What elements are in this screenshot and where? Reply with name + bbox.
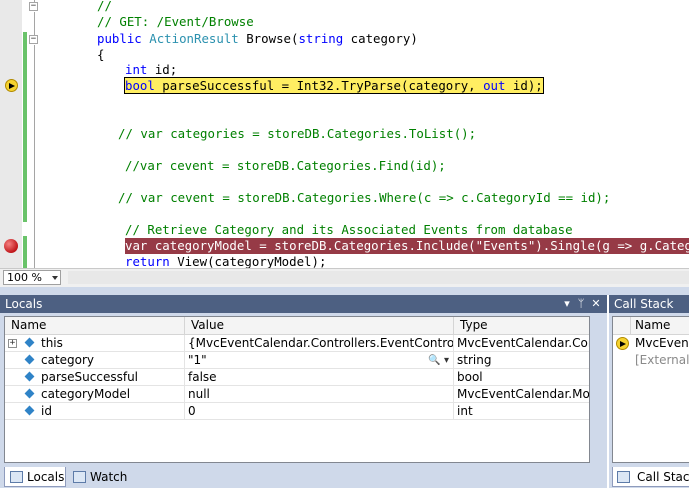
table-row[interactable]: parseSuccessful false bool — [5, 369, 589, 386]
locals-title: Locals — [5, 297, 43, 311]
column-header-type[interactable]: Type — [454, 317, 589, 334]
horizontal-scrollbar[interactable] — [68, 271, 689, 284]
field-icon — [25, 338, 35, 348]
outline-guide — [34, 45, 35, 268]
outline-collapse-icon[interactable]: − — [29, 35, 38, 44]
locals-tab-strip: Locals Watch — [0, 467, 607, 488]
editor-status-bar: 100 % — [0, 268, 689, 287]
call-stack-frame[interactable]: [External Code] — [613, 352, 689, 369]
frame-text: [External Code] — [635, 353, 689, 367]
expand-icon[interactable]: + — [8, 339, 17, 348]
chevron-down-icon[interactable] — [52, 276, 58, 280]
outline-collapse-icon[interactable]: − — [29, 2, 38, 11]
local-value: "1" — [188, 353, 207, 367]
current-statement-line: bool parseSuccessful = Int32.TryParse(ca… — [124, 77, 544, 94]
local-type: MvcEventCalendar.Mode — [457, 387, 589, 401]
call-stack-title-bar: Call Stack — [609, 295, 689, 313]
local-name: category — [41, 353, 95, 367]
tab-locals[interactable]: Locals — [4, 467, 66, 487]
window-position-icon[interactable]: ▾ — [560, 295, 574, 313]
zoom-value: 100 % — [7, 271, 42, 284]
tab-label: Watch — [90, 470, 128, 484]
pane-splitter[interactable] — [0, 287, 689, 295]
column-header-name[interactable]: Name — [5, 317, 185, 334]
field-icon — [25, 389, 35, 399]
code-line: // GET: /Event/Browse — [97, 14, 254, 29]
outline-guide — [34, 12, 35, 36]
field-icon — [25, 372, 35, 382]
table-row[interactable]: category "1" 🔍 ▾ string — [5, 352, 589, 369]
grid-header: Name Value Type — [5, 317, 589, 335]
local-type: int — [457, 404, 473, 418]
code-line: return View(categoryModel); — [125, 254, 327, 268]
table-row[interactable]: id 0 int — [5, 403, 589, 420]
text-visualizer-icon[interactable]: 🔍 ▾ — [428, 353, 449, 367]
call-stack-frame[interactable]: MvcEventCalen — [613, 335, 689, 352]
call-stack-window-icon — [617, 471, 630, 483]
field-icon — [25, 355, 35, 365]
code-line: public ActionResult Browse(string catego… — [97, 31, 418, 46]
local-type: string — [457, 353, 492, 367]
close-icon[interactable]: ✕ — [589, 295, 603, 313]
locals-grid: Name Value Type + this {MvcEventCalendar… — [4, 316, 590, 463]
call-stack-pane: Call Stack Name MvcEventCalen [External … — [609, 295, 689, 488]
column-header-name[interactable]: Name — [635, 317, 670, 334]
code-line: // var categories = storeDB.Categories.T… — [118, 126, 477, 141]
local-value[interactable]: false — [185, 369, 454, 385]
local-value[interactable]: null — [185, 386, 454, 402]
local-name: parseSuccessful — [41, 370, 139, 384]
gutter-header — [613, 317, 631, 334]
call-stack-grid: Name MvcEventCalen [External Code] — [612, 316, 689, 463]
code-line: // var cevent = storeDB.Categories.Where… — [118, 190, 611, 205]
tab-label: Call Stack — [637, 470, 689, 484]
table-row[interactable]: + this {MvcEventCalendar.Controllers.Eve… — [5, 335, 589, 352]
tab-label: Locals — [27, 470, 65, 484]
table-row[interactable]: categoryModel null MvcEventCalendar.Mode — [5, 386, 589, 403]
pin-icon[interactable]: ᛘ — [574, 295, 588, 313]
column-header-value[interactable]: Value — [185, 317, 454, 334]
local-type: bool — [457, 370, 483, 384]
local-value[interactable]: 0 — [185, 403, 454, 419]
local-value[interactable]: {MvcEventCalendar.Controllers.EventContr… — [185, 335, 454, 351]
grid-header: Name — [613, 317, 689, 335]
code-line: // Retrieve Category and its Associated … — [125, 222, 573, 237]
local-name: id — [41, 404, 52, 418]
code-line: //var cevent = storeDB.Categories.Find(i… — [125, 158, 446, 173]
change-tracking-bar — [23, 32, 27, 268]
code-line: { — [97, 47, 105, 62]
breakpoint-icon[interactable] — [4, 239, 18, 253]
local-name: this — [41, 336, 63, 350]
breakpoint-line: var categoryModel = storeDB.Categories.I… — [125, 238, 689, 254]
locals-window-icon — [10, 471, 23, 483]
code-editor[interactable]: − − // // GET: /Event/Browse public Acti… — [0, 0, 689, 268]
locals-pane: Locals ▾ ᛘ ✕ Name Value Type + this {Mvc… — [0, 295, 607, 488]
field-icon — [25, 406, 35, 416]
tab-call-stack[interactable]: Call Stack — [612, 467, 689, 487]
code-line: // — [97, 0, 112, 13]
current-frame-arrow-icon — [616, 337, 629, 350]
local-name: categoryModel — [41, 387, 131, 401]
local-value-cell[interactable]: "1" 🔍 ▾ — [185, 352, 454, 368]
watch-window-icon — [73, 471, 86, 483]
local-type: MvcEventCalendar.Contr — [457, 336, 589, 350]
locals-title-bar: Locals ▾ ᛘ ✕ — [0, 295, 607, 313]
indicator-margin[interactable] — [0, 0, 22, 268]
code-line: int id; — [125, 62, 178, 77]
zoom-dropdown[interactable]: 100 % — [3, 270, 61, 285]
current-statement-arrow-icon[interactable] — [5, 79, 18, 92]
frame-text: MvcEventCalen — [635, 336, 689, 350]
tab-watch[interactable]: Watch — [68, 467, 130, 487]
